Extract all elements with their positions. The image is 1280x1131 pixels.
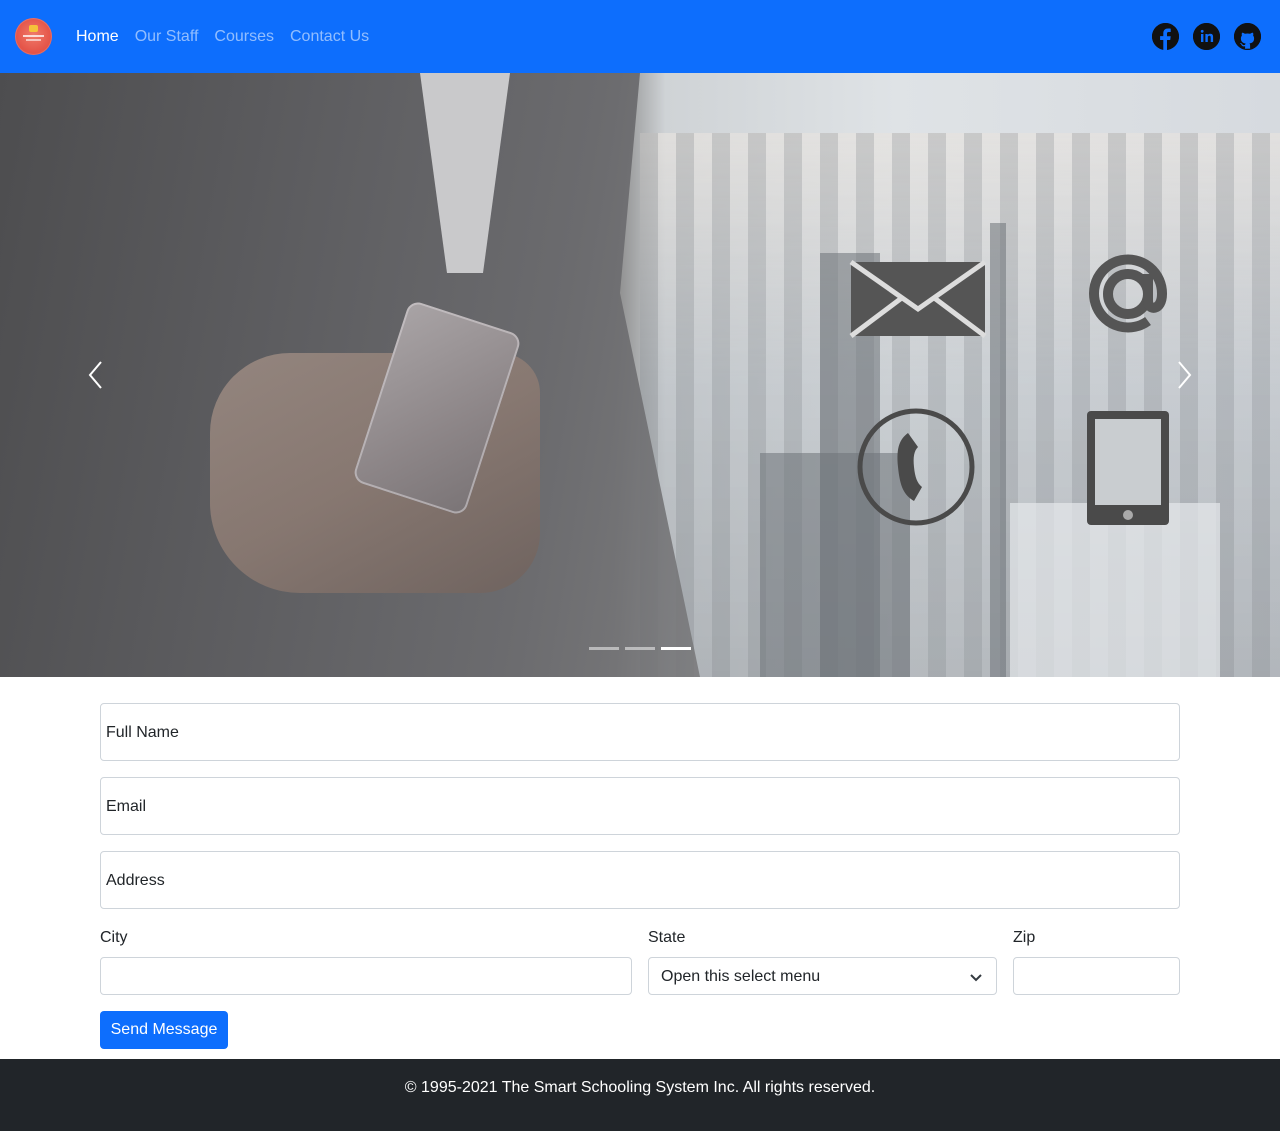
nav-link-home[interactable]: Home [76,27,119,47]
nav-links: Home Our Staff Courses Contact Us [76,27,369,47]
hero-carousel [0,73,1280,677]
github-icon[interactable] [1234,23,1261,50]
nav-link-courses[interactable]: Courses [214,27,274,47]
email-field[interactable]: Email [100,777,1180,835]
navbar: Home Our Staff Courses Contact Us [0,0,1280,73]
nav-link-our-staff[interactable]: Our Staff [135,27,199,47]
address-field[interactable]: Address [100,851,1180,909]
logo-mark [29,25,38,32]
logo-text-line [23,35,44,37]
logo-text-line [26,39,41,41]
address-placeholder: Address [106,872,165,889]
at-sign-icon [1083,249,1173,339]
chevron-down-icon [970,974,982,982]
school-logo[interactable] [15,18,52,55]
phone-icon [856,407,976,527]
carousel-next-button[interactable] [1172,359,1196,391]
carousel-indicator-active[interactable] [661,647,691,650]
city-label: City [100,929,128,946]
copyright-text: © 1995-2021 The Smart Schooling System I… [404,1079,876,1096]
facebook-icon[interactable] [1152,23,1179,50]
tablet-icon [1085,409,1171,527]
carousel-indicators [589,647,691,650]
skyscraper [990,223,1006,677]
carousel-indicator[interactable] [625,647,655,650]
carousel-indicator[interactable] [589,647,619,650]
zip-input[interactable] [1013,957,1180,995]
chevron-left-icon [88,361,102,389]
footer: © 1995-2021 The Smart Schooling System I… [0,1059,1280,1131]
envelope-icon [848,259,988,339]
city-input[interactable] [100,957,632,995]
linkedin-icon[interactable] [1193,23,1220,50]
state-label: State [648,929,686,946]
chevron-right-icon [1178,361,1192,389]
skyscraper [1010,503,1220,677]
state-selected-value: Open this select menu [661,968,821,985]
state-select[interactable]: Open this select menu [648,957,997,995]
full-name-placeholder: Full Name [106,724,179,741]
zip-label: Zip [1013,929,1036,946]
carousel-prev-button[interactable] [84,359,108,391]
full-name-field[interactable]: Full Name [100,703,1180,761]
nav-link-contact-us[interactable]: Contact Us [290,27,369,47]
send-message-button[interactable]: Send Message [100,1011,228,1049]
email-placeholder: Email [106,798,147,815]
